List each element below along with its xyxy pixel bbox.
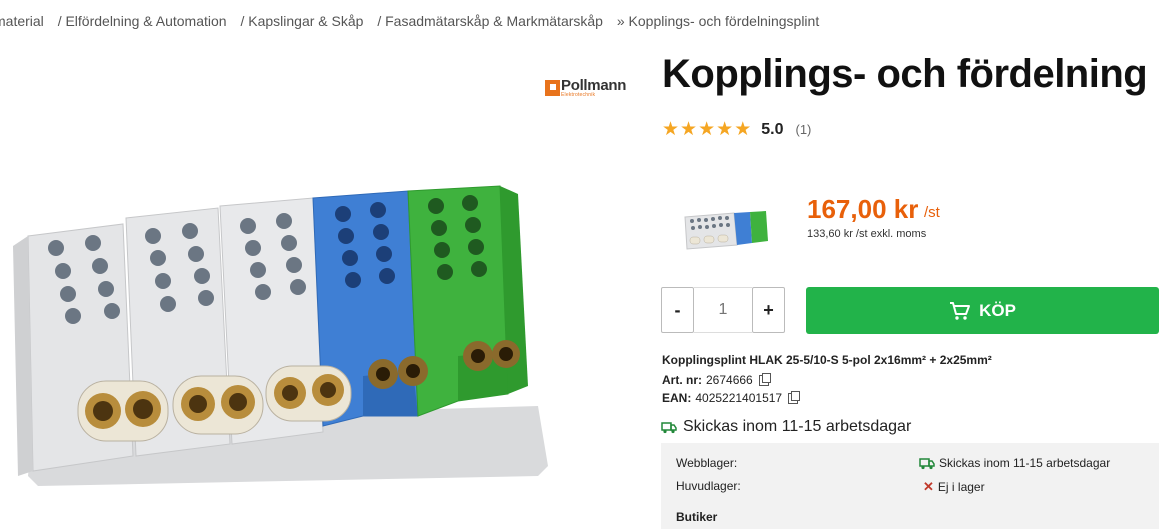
truck-icon: [919, 457, 935, 469]
quantity-increase-button[interactable]: +: [752, 287, 785, 333]
price-ex-vat: 133,60 kr /st exkl. moms: [807, 228, 927, 240]
product-image[interactable]: [8, 176, 558, 498]
product-title: Kopplings- och fördelning: [662, 52, 1148, 96]
star-icon: ★: [716, 119, 734, 140]
ean-line: EAN: 4025221401517: [662, 390, 801, 405]
truck-icon: [661, 421, 677, 433]
rating-count[interactable]: (1): [795, 122, 811, 137]
cart-icon: [950, 301, 971, 320]
art-nr-label: Art. nr:: [662, 373, 702, 387]
star-icon: ★: [698, 119, 716, 140]
huvudlager-label: Huvudlager:: [676, 479, 741, 493]
shipping-text: Skickas inom 11-15 arbetsdagar: [683, 418, 912, 435]
star-icon: ★: [680, 119, 698, 140]
buy-button[interactable]: KÖP: [806, 287, 1159, 334]
copy-icon[interactable]: [788, 390, 801, 404]
ean-label: EAN:: [662, 391, 692, 405]
ean-value: 4025221401517: [695, 391, 783, 405]
rating[interactable]: ★ ★ ★ ★ ★ 5.0 (1): [662, 120, 811, 139]
breadcrumb-item-fasadmatarskap[interactable]: / Fasadmätarskåp & Markmätarskåp: [377, 13, 603, 29]
webblager-status: Skickas inom 11-15 arbetsdagar: [919, 456, 1110, 470]
quantity-input[interactable]: [694, 287, 752, 333]
art-nr-line: Art. nr: 2674666: [662, 372, 771, 387]
breadcrumb-item-material[interactable]: material: [0, 13, 44, 29]
huvudlager-status: ✕ Ej i lager: [923, 479, 985, 495]
breadcrumb-item-kapslingar[interactable]: / Kapslingar & Skåp: [240, 13, 363, 29]
webblager-status-text: Skickas inom 11-15 arbetsdagar: [939, 456, 1111, 470]
price-unit: /st: [924, 204, 940, 221]
brand-mark-icon: [545, 80, 560, 96]
product-description: Kopplingsplint HLAK 25-5/10-S 5-pol 2x16…: [662, 353, 992, 367]
brand-name: Pollmann: [561, 77, 627, 94]
stock-box: Webblager: Skickas inom 11-15 arbetsdaga…: [661, 443, 1159, 529]
quantity-decrease-button[interactable]: -: [661, 287, 694, 333]
art-nr-value: 2674666: [706, 373, 753, 387]
webblager-label: Webblager:: [676, 456, 738, 470]
x-icon: ✕: [923, 479, 934, 494]
butiker-label: Butiker: [676, 510, 718, 524]
quantity-stepper: - +: [661, 287, 785, 333]
star-icon: ★: [662, 119, 680, 140]
shipping-info: Skickas inom 11-15 arbetsdagar: [661, 418, 911, 436]
product-thumbnail[interactable]: [682, 205, 770, 255]
huvudlager-status-text: Ej i lager: [937, 480, 985, 494]
copy-icon[interactable]: [758, 372, 771, 386]
breadcrumb: material / Elfördelning & Automation / K…: [0, 13, 829, 29]
breadcrumb-item-current: » Kopplings- och fördelningsplint: [616, 13, 820, 29]
rating-value: 5.0: [761, 120, 784, 138]
star-icon: ★: [734, 119, 752, 140]
rating-stars: ★ ★ ★ ★ ★: [662, 120, 751, 139]
brand-logo[interactable]: Pollmann Elektrotechnik: [545, 78, 626, 98]
buy-label: KÖP: [979, 300, 1016, 320]
price: 167,00 kr: [807, 194, 919, 224]
breadcrumb-item-elfordelning[interactable]: / Elfördelning & Automation: [58, 13, 227, 29]
